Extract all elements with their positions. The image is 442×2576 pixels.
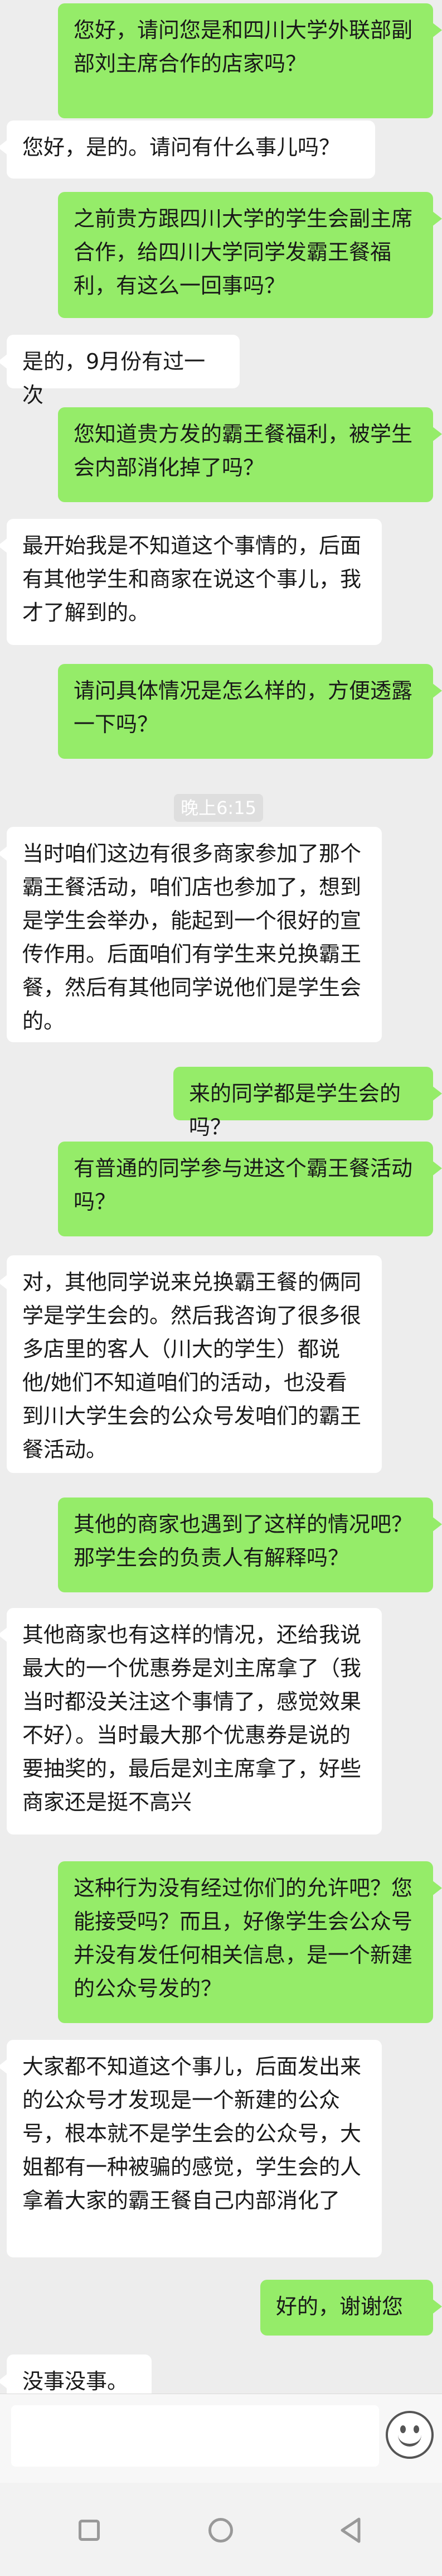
message-bubble-sent[interactable]: 好的，谢谢您 xyxy=(260,2280,442,2336)
recent-apps-icon[interactable] xyxy=(72,2514,106,2547)
home-icon[interactable] xyxy=(204,2514,237,2547)
message-bubble-sent[interactable]: 请问具体情况是怎么样的，方便透露一下吗？ xyxy=(58,664,442,759)
message-bubble-received[interactable]: 是的，9月份有过一次 xyxy=(0,335,240,407)
smiley-face-icon[interactable] xyxy=(386,2411,434,2459)
chat-area[interactable]: 您好，请问您是和四川大学外联部副部刘主席合作的店家吗？ 您好，是的。请问有什么事… xyxy=(0,0,442,2408)
message-bubble-sent[interactable]: 您好，请问您是和四川大学外联部副部刘主席合作的店家吗？ xyxy=(58,3,442,118)
message-bubble-sent[interactable]: 您知道贵方发的霸王餐福利，被学生会内部消化掉了吗？ xyxy=(58,407,442,502)
message-bubble-received[interactable]: 大家都不知道这个事儿，后面发出来的公众号才发现是一个新建的公众号，根本就不是学生… xyxy=(0,2040,382,2257)
message-bubble-sent[interactable]: 这种行为没有经过你们的允许吧？您能接受吗？而且，好像学生会公众号并没有发任何相关… xyxy=(58,1861,442,2023)
message-bubble-received[interactable]: 最开始我是不知道这个事情的，后面有其他学生和商家在说这个事儿，我才了解到的。 xyxy=(0,519,382,645)
recent-apps-square xyxy=(79,2520,100,2541)
message-bubble-sent[interactable]: 其他的商家也遇到了这样的情况吧？那学生会的负责人有解释吗？ xyxy=(58,1498,442,1592)
message-bubble-received[interactable]: 您好，是的。请问有什么事儿吗？ xyxy=(0,121,375,179)
message-bubble-sent[interactable]: 之前贵方跟四川大学的学生会副主席合作，给四川大学同学发霸王餐福利，有这么一回事吗… xyxy=(58,192,442,318)
input-bar xyxy=(0,2394,442,2483)
back-triangle xyxy=(341,2517,361,2543)
message-bubble-sent[interactable]: 来的同学都是学生会的吗？ xyxy=(173,1067,442,1139)
emoji-mouth xyxy=(398,2434,421,2447)
message-timestamp: 晚上6:15 xyxy=(174,794,263,822)
system-nav-bar xyxy=(0,2483,442,2576)
message-input[interactable] xyxy=(11,2405,379,2467)
emoji-eye-right xyxy=(414,2425,419,2433)
message-bubble-received[interactable]: 其他商家也有这样的情况，还给我说最大的一个优惠券是刘主席拿了（我当时都没关注这个… xyxy=(0,1608,382,1835)
message-bubble-received[interactable]: 对，其他同学说来兑换霸王餐的俩同学是学生会的。然后我咨询了很多很多店里的客人（川… xyxy=(0,1255,382,1473)
message-bubble-received[interactable]: 当时咱们这边有很多商家参加了那个霸王餐活动，咱们店也参加了，想到是学生会举办，能… xyxy=(0,827,382,1042)
emoji-eye-left xyxy=(400,2425,406,2433)
back-icon[interactable] xyxy=(334,2514,368,2547)
home-circle xyxy=(208,2518,233,2543)
message-bubble-sent[interactable]: 有普通的同学参与进这个霸王餐活动吗？ xyxy=(58,1142,442,1236)
